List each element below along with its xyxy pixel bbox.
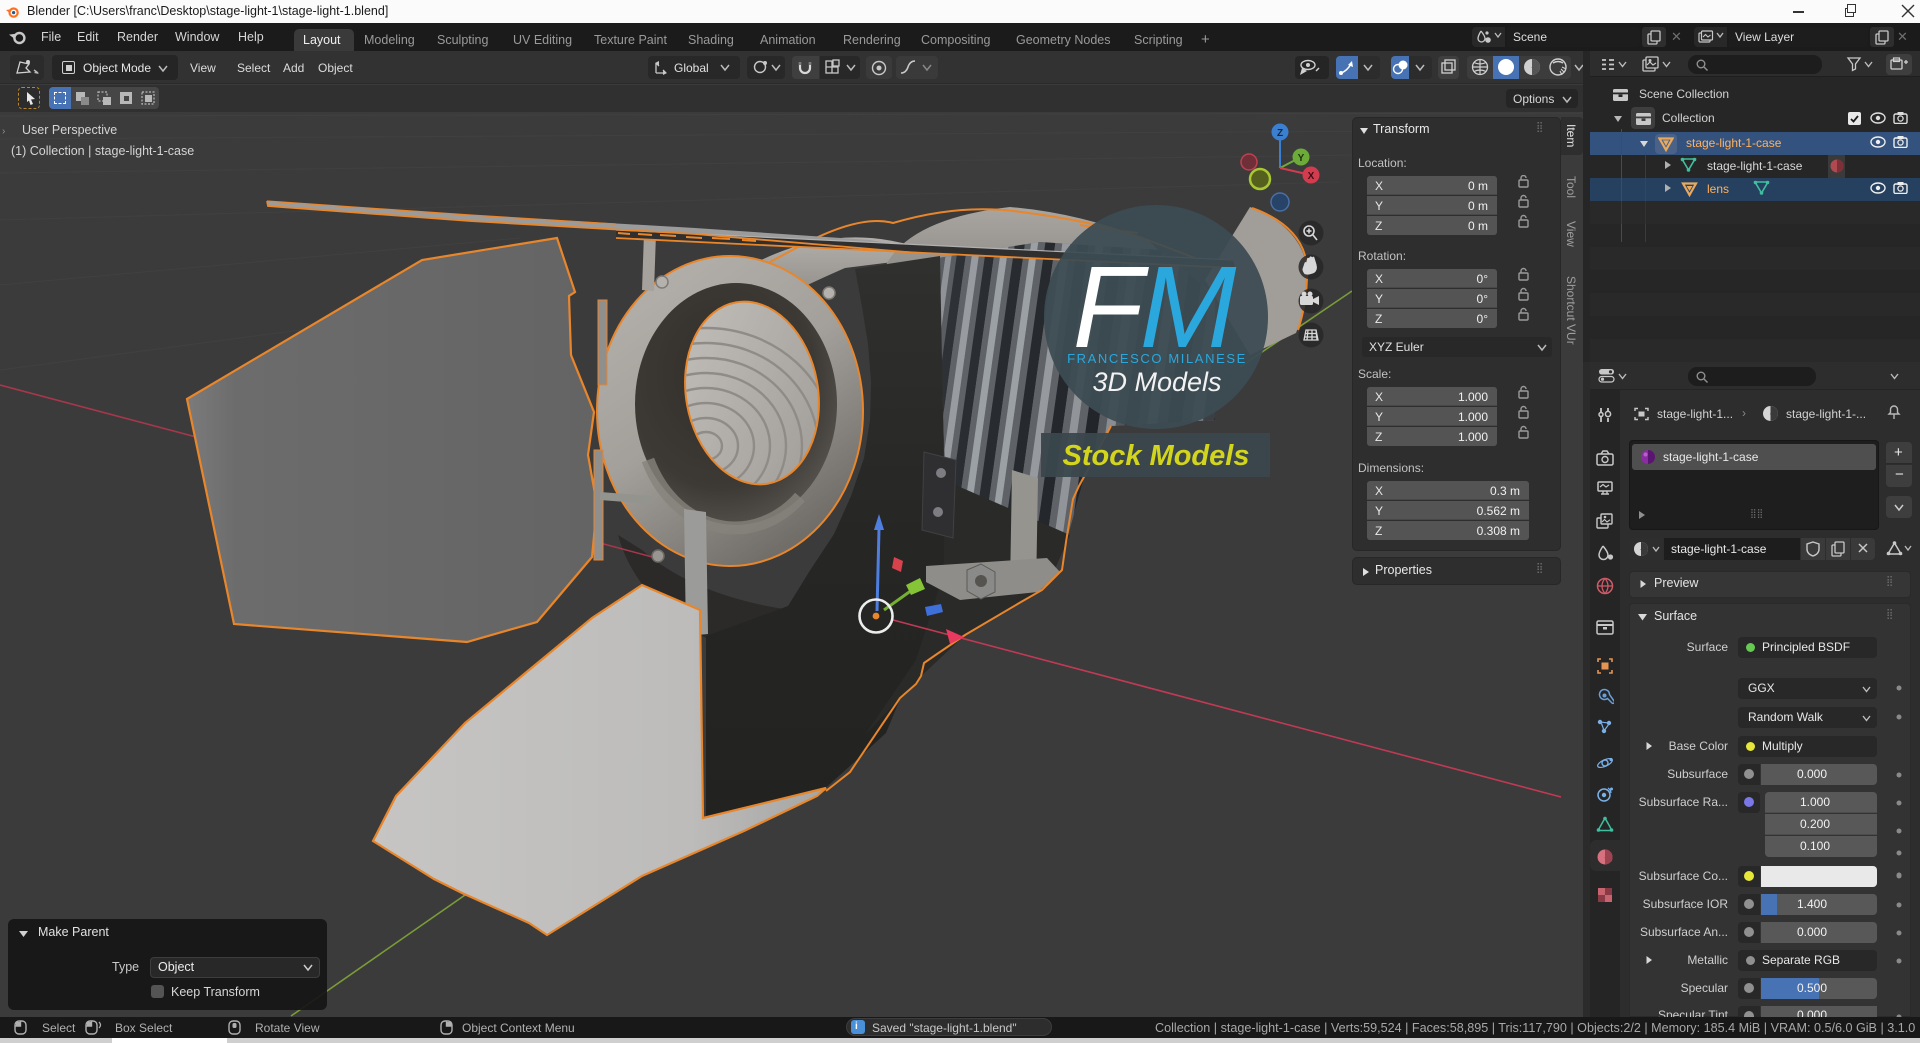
svg-text:(1) Collection | stage-light-1: (1) Collection | stage-light-1-case (11, 144, 194, 158)
svg-text:Stock Models: Stock Models (1063, 440, 1250, 472)
svg-text:›: › (2, 126, 5, 137)
svg-text:X: X (1308, 171, 1315, 182)
svg-text:3D Models: 3D Models (1092, 367, 1221, 397)
svg-text:Y: Y (1298, 153, 1305, 164)
svg-text:User Perspective: User Perspective (22, 123, 117, 137)
svg-text:FRANCESCO MILANESE: FRANCESCO MILANESE (1067, 351, 1247, 366)
svg-text:Z: Z (1277, 128, 1283, 139)
